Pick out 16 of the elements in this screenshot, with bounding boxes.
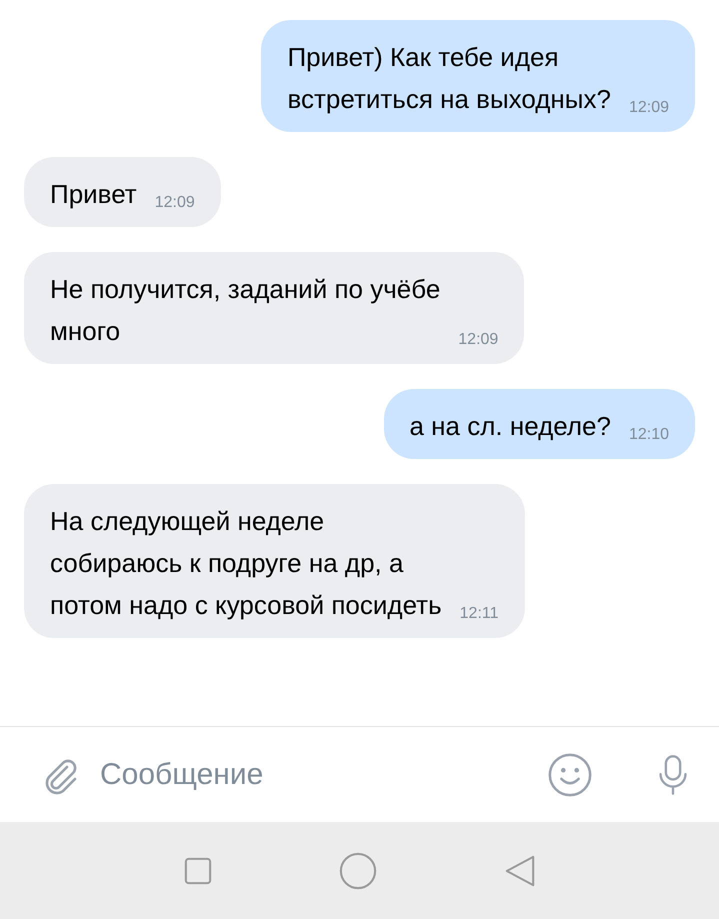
message-time: 12:09 [154,193,195,213]
message-time: 12:10 [628,425,669,445]
circle-nav-icon[interactable] [338,852,376,890]
back-triangle-icon[interactable] [504,854,536,888]
message-time: 12:09 [458,330,498,350]
message-text: Не получится, заданий по учёбе много [50,273,440,348]
emoji-icon[interactable] [547,752,593,798]
message-text: На следующей неделе собираюсь к подруге на др, а потом надо с курсовой посидеть [50,505,442,622]
microphone-icon[interactable] [657,752,689,796]
message-text: Привет) Как тебе идея встретиться на выходных? [287,41,611,116]
message-text: Привет [50,178,137,211]
message-time: 12:09 [628,98,669,118]
message-time: 12:11 [460,604,498,624]
message-input-field[interactable]: Сообщение [100,752,527,798]
message-text: а на сл. неделе? [410,410,611,443]
square-nav-icon[interactable] [184,856,212,884]
